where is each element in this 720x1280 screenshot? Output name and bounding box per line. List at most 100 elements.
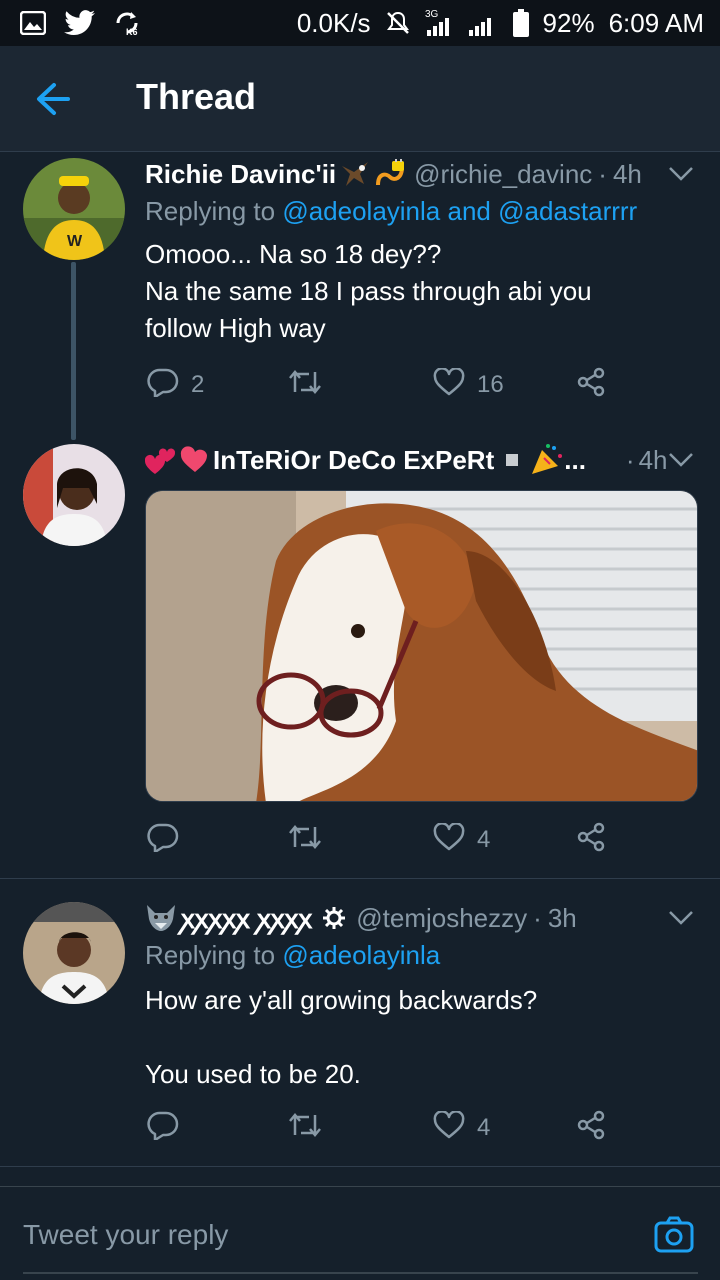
tweet-text: How are y'all growing backwards? You use…	[145, 982, 698, 1093]
reply-count: 2	[191, 371, 205, 398]
mention-link[interactable]: @adeolayinla	[282, 196, 440, 226]
party-popper-icon	[530, 444, 564, 476]
svg-text:K6: K6	[126, 27, 138, 36]
tweet-text-line: Na the same 18 I pass through abi you	[145, 276, 592, 306]
separator-dot: ·	[598, 158, 607, 189]
tweet-header: Richie Davinc'ii @richie_davinc · 4h	[145, 156, 698, 192]
network-type: 3G	[425, 9, 439, 20]
like-count: 16	[477, 371, 504, 398]
tweet-text-line: You used to be 20.	[145, 1059, 361, 1089]
network-speed: 0.0K/s	[296, 7, 371, 38]
separator-dot: ·	[533, 902, 542, 933]
battery-percent: 92%	[542, 7, 595, 38]
clock: 6:09 AM	[608, 7, 704, 38]
reply-button[interactable]	[147, 822, 191, 859]
share-icon	[577, 1110, 607, 1147]
retweet-button[interactable]	[287, 368, 335, 403]
page-title: Thread	[136, 76, 257, 117]
retweet-icon	[287, 1111, 323, 1146]
replying-to: Replying to @adeolayinla and @adastarrrr	[145, 196, 698, 232]
reply-icon	[147, 367, 179, 404]
replying-to: Replying to @adeolayinla	[145, 940, 698, 976]
share-button[interactable]	[577, 1110, 607, 1147]
tweet-text-line: Omooo... Na so 18 dey??	[145, 239, 442, 269]
timestamp: 4h	[638, 444, 668, 475]
tweet-content: Richie Davinc'ii @richie_davinc · 4h Rep…	[145, 156, 698, 347]
tweet-temjoshezzy[interactable]: ꭗꭗꭗꭗꭗ ꭗꭗꭗꭗ @temjoshezzy · 3h Replying to…	[0, 880, 720, 1166]
tweet-text-line: follow High way	[145, 313, 326, 343]
thread-connector	[71, 262, 76, 440]
reply-composer[interactable]: Tweet your reply	[0, 1186, 720, 1280]
share-icon	[577, 367, 607, 404]
like-icon	[433, 1109, 465, 1146]
tweet-richie[interactable]: W Richie Davinc'ii @richie_davinc · 4h R…	[0, 152, 720, 440]
tweet-divider	[0, 878, 720, 879]
reply-input[interactable]: Tweet your reply	[23, 1219, 228, 1251]
replying-prefix: Replying to	[145, 940, 276, 970]
sync-icon: K6	[114, 10, 140, 36]
timestamp: 3h	[547, 902, 577, 933]
back-arrow-icon[interactable]	[34, 82, 72, 116]
like-icon	[433, 366, 465, 403]
display-name[interactable]: InTeRiOr DeCo ExPeRt	[213, 445, 494, 476]
status-bar: K6 0.0K/s 3G 92% 6:09 AM	[0, 0, 720, 46]
camera-icon[interactable]	[654, 1215, 694, 1255]
battery-icon	[512, 9, 529, 37]
like-button[interactable]: 16	[433, 366, 504, 403]
tweet-header: ꭗꭗꭗꭗꭗ ꭗꭗꭗꭗ @temjoshezzy · 3h	[145, 900, 698, 936]
share-button[interactable]	[577, 367, 607, 404]
app-bar: Thread	[0, 46, 720, 152]
handle[interactable]: @richie_davinc	[414, 159, 592, 190]
mute-icon	[385, 10, 411, 36]
reply-button[interactable]	[147, 1110, 191, 1147]
avatar[interactable]: W	[23, 158, 125, 260]
tweet-actions: 4	[145, 1108, 615, 1148]
reply-button[interactable]: 2	[147, 367, 204, 404]
mention-link[interactable]: @adeolayinla	[282, 940, 440, 970]
chevron-down-icon[interactable]	[668, 452, 694, 473]
like-button[interactable]: 4	[433, 821, 491, 858]
hearts-emoji-icon	[145, 444, 207, 476]
tweet-text-line: How are y'all growing backwards?	[145, 985, 538, 1015]
display-name[interactable]: Richie Davinc'ii	[145, 159, 336, 190]
tweet-text: Omooo... Na so 18 dey?? Na the same 18 I…	[145, 236, 698, 347]
chevron-down-icon[interactable]	[668, 910, 694, 931]
like-count: 4	[477, 826, 491, 853]
dog-with-glasses-image	[146, 491, 697, 801]
plug-emoji-icon	[374, 159, 406, 189]
tweet-header: InTeRiOr DeCo ExPeRt ... · 4h	[145, 442, 698, 478]
reply-input-underline	[23, 1272, 698, 1274]
reply-icon	[147, 822, 179, 859]
avatar[interactable]	[23, 444, 125, 546]
like-button[interactable]: 4	[433, 1109, 491, 1146]
name-ellipsis: ...	[564, 444, 586, 475]
chevron-down-icon[interactable]	[668, 166, 694, 187]
gallery-icon	[20, 11, 46, 35]
display-name[interactable]: ꭗꭗꭗꭗꭗ ꭗꭗꭗꭗ	[181, 900, 312, 936]
share-icon	[577, 822, 607, 859]
replying-prefix: Replying to	[145, 196, 276, 226]
retweet-button[interactable]	[287, 823, 335, 858]
wolf-emoji-icon	[145, 903, 177, 933]
twitter-bird-icon	[64, 10, 96, 36]
retweet-icon	[287, 823, 323, 858]
tweet-actions: 2 16	[145, 365, 615, 405]
eagle-emoji-icon	[340, 160, 370, 188]
mention-and: and	[447, 196, 491, 226]
tweet-divider	[0, 1166, 720, 1167]
retweet-icon	[287, 368, 323, 403]
retweet-button[interactable]	[287, 1111, 335, 1146]
tweet-content: ꭗꭗꭗꭗꭗ ꭗꭗꭗꭗ @temjoshezzy · 3h Replying to…	[145, 900, 698, 1093]
gear-icon	[322, 906, 346, 930]
handle[interactable]: @temjoshezzy	[356, 903, 527, 934]
tweet-actions: 4	[145, 820, 615, 860]
square-emoji-icon	[506, 454, 519, 466]
share-button[interactable]	[577, 822, 607, 859]
tweet-content: InTeRiOr DeCo ExPeRt ... · 4h	[145, 442, 698, 478]
like-count: 4	[477, 1114, 491, 1141]
mention-link[interactable]: @adastarrrr	[498, 196, 637, 226]
tweet-media-image[interactable]	[145, 490, 698, 802]
avatar[interactable]	[23, 902, 125, 1004]
reply-icon	[147, 1110, 179, 1147]
